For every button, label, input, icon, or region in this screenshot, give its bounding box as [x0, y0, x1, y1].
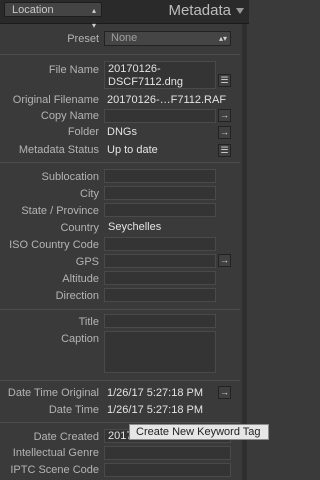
date-time-label: Date Time	[48, 404, 99, 416]
dropdown-stepper-icon: ▴▾	[218, 34, 227, 43]
gps-label: GPS	[75, 256, 99, 268]
altitude-label: Altitude	[62, 273, 99, 285]
file-name-field[interactable]: 20170126- DSCF7112.dng	[104, 61, 216, 89]
iptc-scene-code-field[interactable]	[104, 463, 231, 477]
collapse-triangle-icon[interactable]	[236, 8, 244, 14]
state-province-label: State / Province	[21, 205, 99, 217]
original-filename-value: 20170126-…F7112.RAF	[107, 94, 227, 106]
folder-label: Folder	[67, 126, 99, 138]
preset-label: Preset	[67, 33, 99, 45]
panel-title[interactable]: Metadata	[168, 2, 231, 19]
section-divider	[0, 309, 240, 310]
iso-country-code-label: ISO Country Code	[9, 239, 99, 251]
metadata-status-label: Metadata Status	[18, 144, 99, 156]
arrow-right-icon[interactable]: →	[218, 254, 231, 267]
city-field[interactable]	[104, 186, 216, 200]
tooltip: Create New Keyword Tag	[129, 424, 269, 440]
section-divider	[0, 162, 240, 163]
dropdown-stepper-icon: ▴▾	[91, 6, 96, 30]
date-time-original-label: Date Time Original	[7, 387, 99, 399]
copy-name-label: Copy Name	[40, 110, 99, 122]
preset-value: None	[111, 32, 138, 44]
original-filename-label: Original Filename	[12, 94, 99, 106]
direction-label: Direction	[55, 290, 99, 302]
metadata-panel-header: Location ▴ ▾ Metadata	[0, 0, 249, 30]
metadata-view-dropdown[interactable]: Location ▴ ▾	[4, 2, 102, 30]
list-icon[interactable]: ☰	[218, 74, 231, 87]
section-divider	[0, 422, 240, 423]
intellectual-genre-label: Intellectual Genre	[12, 447, 99, 459]
title-field[interactable]	[104, 314, 216, 328]
iptc-scene-code-label: IPTC Scene Code	[10, 464, 99, 476]
metadata-view-label: Location	[12, 4, 54, 16]
country-label: Country	[60, 222, 99, 234]
caption-label: Caption	[61, 333, 99, 345]
gps-field[interactable]	[104, 254, 216, 268]
iso-country-code-field[interactable]	[104, 237, 216, 251]
altitude-field[interactable]	[104, 271, 216, 285]
list-icon[interactable]: ☰	[218, 144, 231, 157]
folder-value: DNGs	[107, 126, 137, 138]
date-created-label: Date Created	[33, 431, 99, 443]
caption-field[interactable]	[104, 331, 216, 373]
title-label: Title	[78, 316, 99, 328]
date-time-value: 1/26/17 5:27:18 PM	[107, 404, 204, 416]
preset-dropdown[interactable]: None ▴▾	[104, 31, 231, 46]
city-label: City	[80, 188, 99, 200]
section-divider	[0, 380, 240, 381]
file-name-line-1: 20170126-	[108, 63, 161, 75]
metadata-status-value: Up to date	[107, 144, 158, 156]
file-name-line-2: DSCF7112.dng	[108, 76, 184, 88]
sublocation-label: Sublocation	[41, 171, 100, 183]
direction-field[interactable]	[104, 288, 216, 302]
copy-name-field[interactable]	[104, 109, 216, 123]
section-divider	[0, 54, 240, 55]
panel-scrollbar[interactable]	[242, 24, 247, 480]
state-province-field[interactable]	[104, 203, 216, 217]
date-time-original-value: 1/26/17 5:27:18 PM	[107, 387, 204, 399]
arrow-right-icon[interactable]: →	[218, 386, 231, 399]
country-field[interactable]: Seychelles	[104, 220, 216, 234]
arrow-right-icon[interactable]: →	[218, 109, 231, 122]
file-name-label: File Name	[48, 64, 99, 76]
intellectual-genre-field[interactable]	[104, 446, 231, 460]
arrow-right-icon[interactable]: →	[218, 126, 231, 139]
sublocation-field[interactable]	[104, 169, 216, 183]
